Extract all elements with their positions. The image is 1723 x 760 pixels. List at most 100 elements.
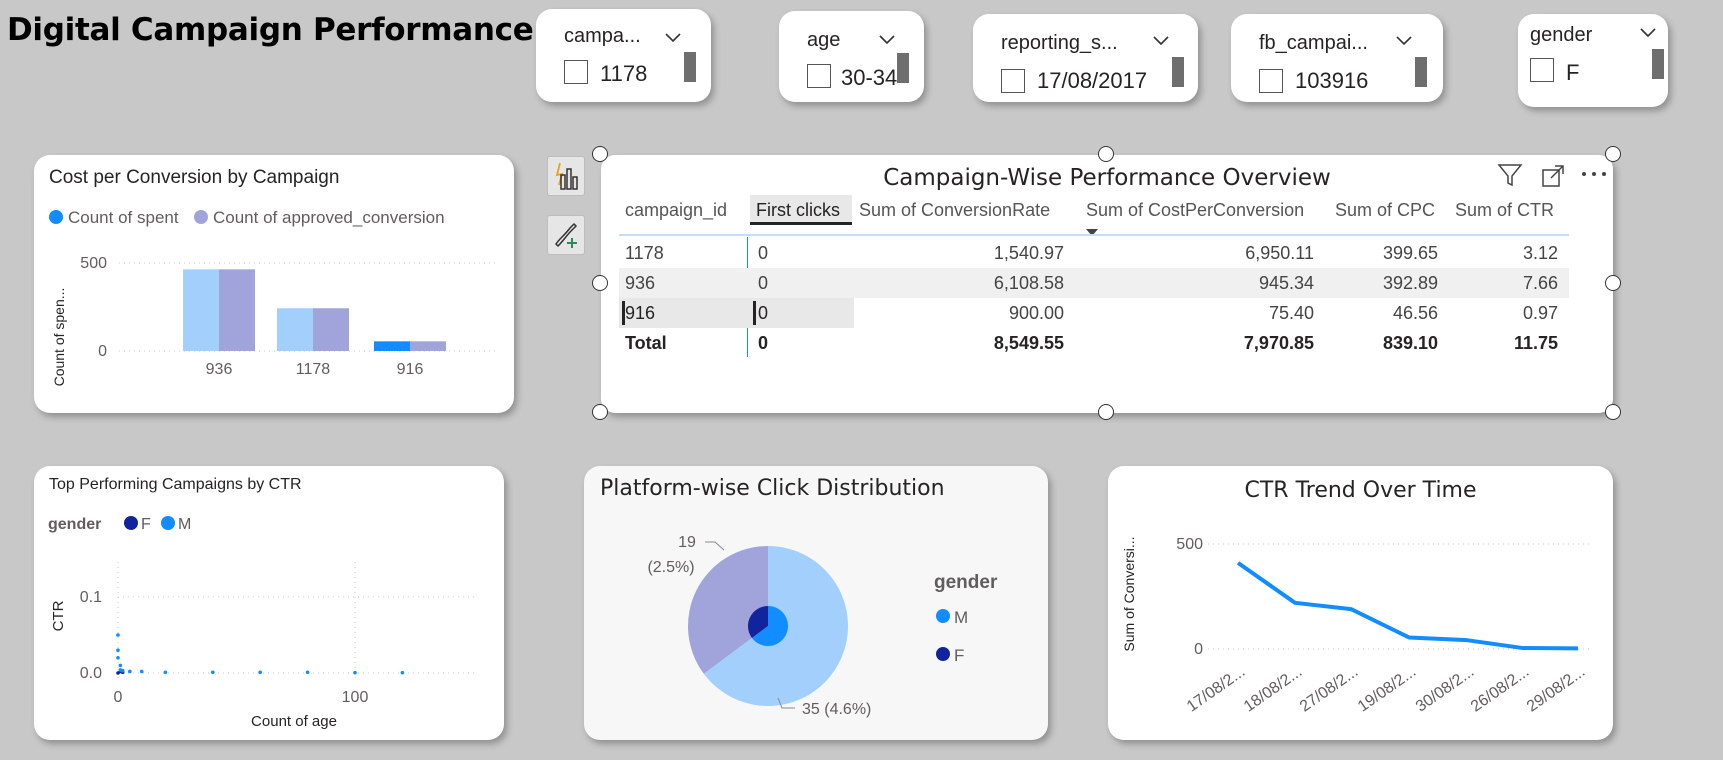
chevron-down-icon[interactable] — [1638, 22, 1658, 42]
cell-first-clicks: 0 — [758, 273, 769, 293]
legend-marker-f — [124, 516, 138, 530]
scatter-point-m[interactable] — [116, 648, 120, 652]
scatter-point-m[interactable] — [258, 670, 262, 675]
scatter-point-m[interactable] — [120, 668, 125, 673]
build-visual-button[interactable] — [547, 156, 585, 196]
slicer-fb-campaign[interactable]: fb_campai... 103916 — [1231, 14, 1443, 102]
ctr-trend-chart[interactable]: CTR Trend Over Time Sum of Conversi... 5… — [1108, 466, 1613, 740]
top-campaigns-ctr-chart[interactable]: Top Performing Campaigns by CTR gender F… — [34, 466, 504, 740]
slicer-campaign[interactable]: campa... 1178 — [536, 9, 711, 102]
bar-approved-1178[interactable] — [313, 308, 349, 351]
x-tick-label: 18/08/2... — [1241, 663, 1305, 715]
scatter-point-m[interactable] — [128, 669, 132, 674]
slicer-checkbox[interactable] — [1001, 69, 1025, 93]
focus-mode-icon[interactable] — [1541, 164, 1565, 188]
slicer-checkbox[interactable] — [564, 60, 588, 84]
table-row[interactable]: 916 0 900.00 75.40 46.56 0.97 — [619, 298, 1569, 328]
x-tick-label: 30/08/2... — [1413, 663, 1477, 715]
slicer-title: age — [807, 29, 841, 51]
slicer-reporting-start[interactable]: reporting_s... 17/08/2017 — [973, 14, 1198, 102]
scatter-point-m[interactable] — [116, 656, 120, 660]
column-header[interactable]: campaign_id — [625, 195, 745, 225]
table-row[interactable]: 1178 0 1,540.97 6,950.11 399.65 3.12 — [619, 238, 1569, 268]
resize-handle-left[interactable] — [592, 275, 608, 291]
filter-icon[interactable] — [1497, 162, 1523, 188]
scatter-point-m[interactable] — [116, 633, 120, 637]
chevron-down-icon[interactable] — [663, 27, 683, 47]
column-header[interactable]: First clicks — [750, 195, 852, 225]
cost-per-conversion-chart[interactable]: Cost per Conversion by Campaign Count of… — [34, 155, 514, 413]
cell-cost-per-conversion: 6,950.11 — [1245, 243, 1314, 263]
cell-ctr: 7.66 — [1522, 273, 1558, 293]
resize-handle-bottom-right[interactable] — [1605, 404, 1621, 420]
scatter-point-m[interactable] — [139, 669, 144, 674]
campaign-performance-table[interactable]: Campaign-Wise Performance Overview campa… — [601, 155, 1613, 413]
scatter-point-m[interactable] — [211, 670, 215, 675]
column-header[interactable]: Sum of CostPerConversion — [1086, 195, 1331, 225]
chevron-down-icon[interactable] — [1394, 30, 1414, 50]
x-tick-label: 17/08/2... — [1184, 663, 1248, 715]
scatter-point-m[interactable] — [118, 663, 123, 668]
slicer-value: 1178 — [600, 61, 648, 86]
format-visual-button[interactable] — [547, 215, 585, 255]
y-axis-label: Count of spen... — [51, 288, 67, 387]
more-options-icon[interactable] — [1581, 169, 1607, 179]
resize-handle-top[interactable] — [1098, 146, 1114, 162]
table-row[interactable]: 936 0 6,108.58 945.34 392.89 7.66 — [619, 268, 1569, 298]
slicer-value: 17/08/2017 — [1037, 68, 1148, 93]
column-header[interactable]: Sum of ConversionRate — [859, 195, 1064, 225]
resize-handle-bottom-left[interactable] — [592, 404, 608, 420]
legend-label-f: F — [141, 516, 151, 533]
legend-label-approved: Count of approved_conversion — [213, 208, 445, 227]
bar-plot[interactable]: Count of spen... 500 0 936 1178 916 — [34, 237, 504, 407]
slicer-scrollbar[interactable] — [684, 52, 696, 82]
resize-handle-top-right[interactable] — [1605, 146, 1621, 162]
resize-handle-right[interactable] — [1605, 275, 1621, 291]
slicer-scrollbar[interactable] — [897, 53, 909, 83]
platform-click-distribution-chart[interactable]: Platform-wise Click Distribution 19 (2.5… — [584, 466, 1048, 740]
resize-handle-bottom[interactable] — [1098, 404, 1114, 420]
slicer-value: 30-34 — [841, 65, 898, 90]
slicer-checkbox[interactable] — [1259, 69, 1283, 93]
x-tick-label: 27/08/2... — [1297, 663, 1361, 715]
slicer-gender[interactable]: gender F — [1518, 14, 1668, 107]
scatter-point-m[interactable] — [305, 670, 310, 675]
slicer-checkbox[interactable] — [1530, 58, 1554, 82]
scatter-point-m[interactable] — [400, 670, 405, 675]
y-tick-label: 500 — [80, 255, 107, 272]
x-tick-label: 0 — [114, 689, 123, 706]
line-plot[interactable]: Sum of Conversi... 500 0 17/08/2...18/08… — [1108, 514, 1608, 739]
cell-campaign-id: 916 — [625, 303, 656, 323]
cell-first-clicks: 0 — [758, 333, 769, 353]
cell-campaign-id: 1178 — [625, 243, 664, 263]
scatter-point-m[interactable] — [353, 670, 357, 675]
cell-cost-per-conversion: 945.34 — [1258, 273, 1314, 293]
bar-approved-916[interactable] — [410, 341, 446, 351]
chart-title: CTR Trend Over Time — [1244, 478, 1477, 503]
cell-cost-per-conversion: 75.40 — [1268, 303, 1314, 323]
resize-handle-top-left[interactable] — [592, 146, 608, 162]
slicer-scrollbar[interactable] — [1652, 49, 1664, 79]
slicer-value: F — [1566, 60, 1580, 85]
slicer-scrollbar[interactable] — [1415, 57, 1427, 87]
bar-approved-936[interactable] — [219, 269, 255, 351]
chart-title: Platform-wise Click Distribution — [600, 476, 945, 501]
slicer-age[interactable]: age 30-34 — [779, 11, 924, 102]
slicer-scrollbar[interactable] — [1172, 57, 1184, 87]
pie-plot[interactable]: 19 (2.5%) 35 (4.6%) — [584, 516, 884, 736]
scatter-plot[interactable]: CTR 0.1 0.0 0 100 Count of age — [34, 540, 494, 740]
line-series[interactable] — [1236, 561, 1579, 651]
cell-total-label: Total — [625, 333, 667, 353]
column-header[interactable]: Sum of CTR — [1455, 195, 1565, 225]
chevron-down-icon[interactable] — [877, 29, 897, 49]
column-header[interactable]: Sum of CPC — [1335, 195, 1447, 225]
bar-spent-1178[interactable] — [277, 308, 313, 351]
y-tick-label: 0 — [1194, 641, 1203, 658]
bar-spent-936[interactable] — [183, 269, 219, 351]
slicer-checkbox[interactable] — [807, 64, 831, 88]
y-tick-label: 0.1 — [80, 589, 102, 606]
bar-spent-916[interactable] — [374, 341, 410, 351]
legend-title: gender — [934, 572, 998, 593]
chevron-down-icon[interactable] — [1151, 30, 1171, 50]
scatter-point-m[interactable] — [163, 670, 168, 675]
